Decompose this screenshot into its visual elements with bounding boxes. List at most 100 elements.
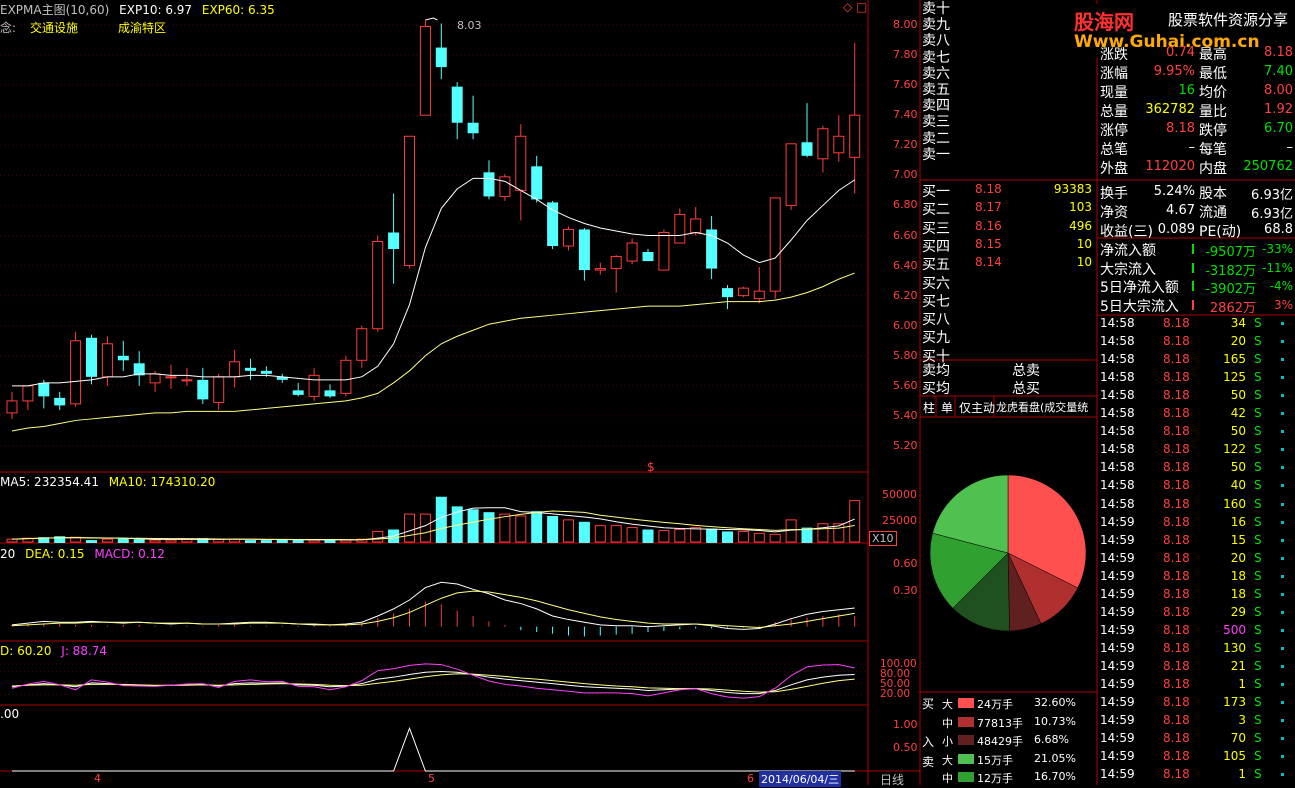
candle — [674, 208, 686, 244]
tick-side: S — [1254, 749, 1262, 764]
fund-flow-label: 5日净流入额 — [1100, 280, 1179, 297]
candle-body — [213, 376, 225, 403]
tick-time: 14:58 — [1100, 496, 1135, 511]
tick-side: S — [1254, 767, 1262, 782]
tick-dot-icon — [1281, 664, 1284, 668]
stat-value: 0.089 — [1157, 222, 1195, 237]
tick-side: S — [1254, 316, 1262, 330]
stat-value: – — [1188, 140, 1196, 155]
tick-side: S — [1254, 622, 1262, 637]
volume-bar — [769, 533, 781, 543]
stat-label: 总笔 — [1100, 142, 1128, 158]
volume-bar — [642, 529, 654, 543]
tick-volume: 50 — [1230, 388, 1246, 403]
candle — [86, 334, 97, 385]
stat-value: 112020 — [1145, 159, 1195, 174]
candle-body — [690, 218, 702, 233]
candle — [197, 367, 209, 404]
stat-label: 换手 — [1100, 186, 1128, 202]
tick-volume: 18 — [1230, 568, 1246, 583]
candle — [276, 373, 288, 383]
candle-body — [499, 176, 511, 197]
signal-axis-050: 0.50 — [893, 741, 918, 754]
candle-body — [6, 400, 18, 414]
candle — [292, 382, 304, 397]
tick-time: 14:59 — [1100, 640, 1135, 655]
volume-bar — [117, 538, 129, 543]
close-box-icon[interactable]: □ — [856, 0, 867, 14]
tick-time: 14:59 — [1100, 731, 1135, 746]
tab-single[interactable]: 单 — [941, 399, 953, 416]
stat-label: 内盘 — [1199, 161, 1227, 177]
tick-volume: 29 — [1230, 604, 1246, 619]
price-axis-label: 5.80 — [893, 348, 918, 362]
volume-bar — [578, 521, 590, 543]
stat-label: 净资 — [1100, 205, 1128, 221]
candle-body — [324, 390, 336, 397]
tick-time: 14:59 — [1100, 677, 1135, 691]
buy-avg-label: 买均 — [922, 381, 950, 397]
stat-label: 每笔 — [1199, 142, 1227, 158]
candle-body — [292, 390, 304, 395]
candle-body — [70, 340, 82, 405]
candle — [70, 331, 82, 407]
candle — [340, 355, 352, 397]
sector-tag-1[interactable]: 交通设施 — [30, 19, 78, 36]
flow-size-label: 大 — [942, 698, 953, 711]
candle-body — [594, 268, 606, 271]
fund-flow-bar — [1192, 262, 1194, 273]
candle-body — [674, 213, 686, 244]
tick-side: S — [1254, 658, 1262, 673]
stat-value: 6.70 — [1264, 121, 1293, 136]
candle-body — [451, 86, 463, 123]
tick-time: 14:58 — [1100, 388, 1135, 403]
dollar-marker: $ — [647, 460, 655, 474]
tick-side: S — [1254, 550, 1262, 565]
volume-bar — [594, 525, 606, 543]
settings-diamond-icon[interactable]: ◇ — [843, 0, 852, 14]
tick-time: 14:59 — [1100, 749, 1135, 764]
flow-percent: 6.68% — [1034, 733, 1069, 746]
volume-bar — [404, 513, 415, 543]
flow-size-label: 小 — [942, 735, 953, 748]
tick-dot-icon — [1281, 358, 1284, 362]
period-selector[interactable]: 日线 — [880, 771, 904, 788]
tick-time: 14:59 — [1100, 658, 1135, 673]
candle — [324, 384, 336, 398]
candle — [372, 235, 384, 332]
total-sell-label: 总卖 — [1012, 363, 1040, 379]
fund-flow-label: 净流入额 — [1100, 243, 1156, 259]
tick-price: 8.18 — [1163, 442, 1190, 457]
volume-bar — [86, 540, 97, 543]
price-axis-label: 7.80 — [893, 48, 918, 62]
candle-body — [801, 142, 813, 156]
tick-side: S — [1254, 424, 1262, 439]
macd-header: 20 DEA: 0.15 MACD: 0.12 — [0, 547, 165, 561]
tab-dragon-tiger[interactable]: 龙虎看盘(成交量统 — [996, 399, 1096, 415]
tab-active-only[interactable]: 仅主动 — [959, 399, 995, 416]
sector-prefix: 念: — [0, 21, 17, 35]
tick-price: 8.18 — [1163, 334, 1190, 349]
sector-tag-2[interactable]: 成渝特区 — [118, 19, 166, 36]
price-axis-label: 7.60 — [893, 78, 918, 92]
chart-header: EXPMA主图(10,60) EXP10: 6.97 EXP60: 6.35 — [0, 1, 275, 18]
tick-price: 8.18 — [1163, 388, 1190, 403]
signal-axis-100: 1.00 — [893, 718, 918, 731]
stat-value: 8.18 — [1264, 45, 1293, 60]
tick-dot-icon — [1281, 376, 1284, 380]
candle-body — [515, 135, 527, 191]
tick-price: 8.18 — [1163, 658, 1190, 673]
kdj-header: D: 60.20 J: 88.74 — [0, 644, 107, 658]
buy-level-price: 8.15 — [975, 236, 1002, 251]
candle — [6, 391, 18, 419]
tick-dot-icon — [1281, 394, 1284, 398]
tick-dot-icon — [1281, 322, 1284, 325]
candle-body — [833, 135, 845, 154]
tab-bar-chart[interactable]: 柱 — [923, 399, 935, 416]
sell-level-label: 卖一 — [922, 146, 950, 163]
candle-body — [722, 288, 733, 298]
price-axis-label: 6.80 — [893, 198, 918, 212]
tick-dot-icon — [1281, 646, 1284, 650]
tick-time: 14:59 — [1100, 695, 1135, 710]
volume-bar — [6, 538, 18, 543]
